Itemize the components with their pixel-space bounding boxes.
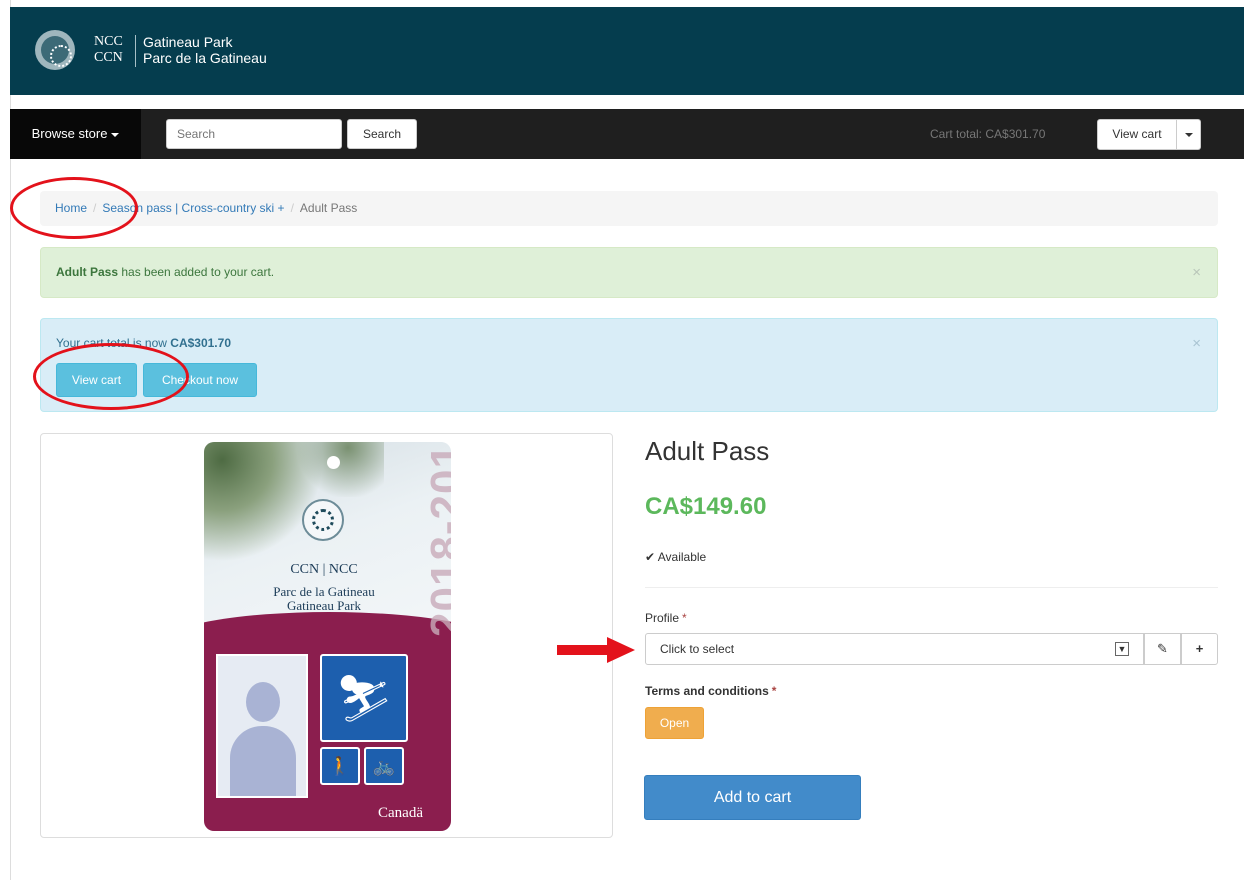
cycling-icon: 🚲 — [364, 747, 404, 785]
view-cart-button-group: View cart — [1097, 119, 1201, 150]
ncc-card-logo-icon — [302, 499, 344, 541]
breadcrumb-current: Adult Pass — [299, 201, 358, 215]
card-park-text: Parc de la Gatineau Gatineau Park — [204, 585, 444, 613]
chevron-down-icon: ▼ — [1115, 642, 1129, 656]
open-terms-button[interactable]: Open — [645, 707, 704, 739]
add-profile-button[interactable]: + — [1181, 633, 1218, 665]
divider — [645, 587, 1218, 588]
brand-abbreviation: NCC CCN — [94, 34, 123, 66]
cross-country-ski-icon: ⛷ — [320, 654, 408, 742]
added-message: has been added to your cart. — [118, 265, 275, 279]
browse-store-label: Browse store — [31, 126, 108, 141]
close-icon[interactable]: × — [1192, 335, 1201, 352]
brand-divider — [135, 35, 136, 67]
snowshoe-icon: 🚶 — [320, 747, 360, 785]
card-hole — [327, 456, 340, 469]
cart-total-prefix: Your cart total is now — [56, 336, 171, 350]
availability-text: Available — [657, 550, 707, 564]
card-season-year: 2018-2019 — [422, 442, 451, 637]
product-title: Adult Pass — [645, 436, 770, 466]
search-input[interactable] — [166, 119, 342, 149]
cart-total-value: CA$301.70 — [170, 336, 231, 350]
product-price: CA$149.60 — [645, 493, 767, 520]
brand-abbr-en: NCC — [94, 34, 123, 49]
profile-label-text: Profile — [645, 611, 680, 625]
breadcrumb-separator: / — [93, 201, 97, 215]
view-cart-button[interactable]: View cart — [1097, 119, 1177, 150]
breadcrumb-category-link[interactable]: Season pass | Cross-country ski + — [102, 201, 284, 215]
brand-name: Gatineau Park Parc de la Gatineau — [143, 34, 267, 66]
profile-label: Profile * — [645, 611, 687, 625]
view-cart-dropdown-toggle[interactable] — [1177, 119, 1201, 150]
search-button[interactable]: Search — [347, 119, 417, 149]
card-park-en: Gatineau Park — [286, 598, 361, 613]
cart-total-alert: Your cart total is now CA$301.70 × View … — [40, 318, 1218, 412]
brand-abbr-fr: CCN — [94, 50, 123, 65]
terms-label-text: Terms and conditions — [645, 684, 769, 698]
caret-down-icon — [1184, 132, 1193, 137]
terms-label: Terms and conditions * — [645, 684, 776, 698]
cart-total-message: Your cart total is now CA$301.70 — [56, 336, 231, 350]
photo-placeholder-icon — [216, 654, 308, 798]
added-product-name: Adult Pass — [56, 265, 119, 279]
added-to-cart-alert: Adult Pass has been added to your cart. … — [40, 247, 1218, 298]
checkout-now-button[interactable]: Checkout now — [143, 363, 257, 397]
checkmark-icon: ✔ — [645, 550, 656, 564]
profile-select-value: Click to select — [660, 642, 735, 656]
breadcrumb-separator: / — [290, 201, 294, 215]
required-marker: * — [771, 684, 777, 698]
cart-total-text: Cart total: CA$301.70 — [930, 127, 1046, 141]
browse-store-dropdown[interactable]: Browse store — [10, 109, 141, 159]
card-org-text: CCN | NCC — [290, 562, 358, 577]
card-park-fr: Parc de la Gatineau — [273, 584, 375, 599]
main-navbar: Browse store Search Cart total: CA$301.7… — [10, 109, 1244, 159]
availability-status: ✔ Available — [645, 550, 706, 564]
alert-view-cart-button[interactable]: View cart — [56, 363, 137, 397]
site-header: NCC CCN Gatineau Park Parc de la Gatinea… — [10, 7, 1244, 95]
close-icon[interactable]: × — [1192, 248, 1201, 297]
plus-icon: + — [1195, 641, 1204, 656]
edit-icon: ✎ — [1157, 641, 1168, 656]
add-to-cart-button[interactable]: Add to cart — [644, 775, 861, 820]
ncc-logo-icon[interactable] — [35, 30, 75, 70]
edit-profile-button[interactable]: ✎ — [1144, 633, 1181, 665]
caret-down-icon — [111, 132, 120, 137]
breadcrumb: Home / Season pass | Cross-country ski + / A… — [40, 191, 1218, 226]
canada-wordmark: Canadä — [378, 805, 423, 821]
profile-select[interactable]: Click to select ▼ — [645, 633, 1144, 665]
breadcrumb-home-link[interactable]: Home — [55, 201, 87, 215]
brand-name-fr: Parc de la Gatineau — [143, 50, 267, 66]
required-marker: * — [682, 611, 687, 625]
brand-name-en: Gatineau Park — [143, 34, 233, 50]
season-pass-image: CCN | NCC Parc de la Gatineau Gatineau P… — [204, 442, 451, 831]
